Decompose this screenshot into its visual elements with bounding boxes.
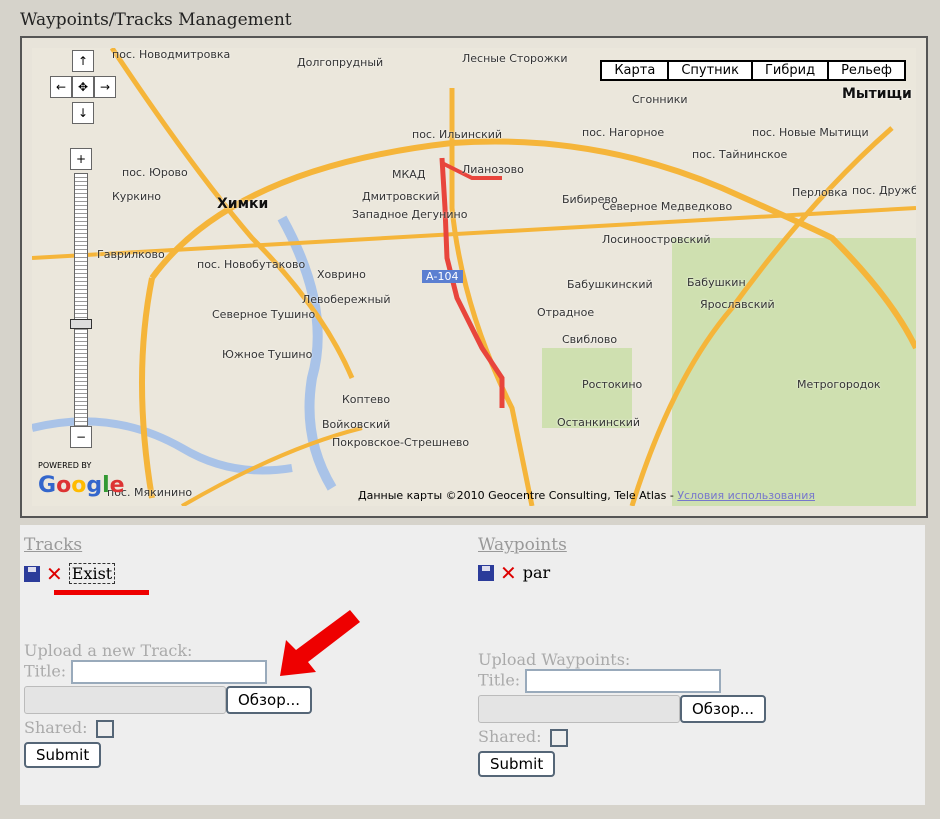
map-label: Войковский [322,418,391,431]
file-path-field[interactable] [24,686,226,714]
pan-down-button[interactable]: ↓ [72,102,94,124]
track-name[interactable]: Exist [68,563,116,584]
upload-waypoints-heading: Upload Waypoints: [478,650,631,669]
map-label: Ховрино [317,268,366,281]
track-title-input[interactable] [71,660,268,684]
map-copyright: Данные карты ©2010 Geocentre Consulting,… [358,489,815,502]
tracks-heading[interactable]: Tracks [24,535,312,555]
shared-label: Shared: [24,718,88,737]
map-label: Западное Дегунино [352,208,468,221]
file-path-field[interactable] [478,695,680,723]
save-icon[interactable] [478,564,494,581]
submit-waypoints-button[interactable]: Submit [478,750,556,777]
map[interactable]: пос. Новодмитровка Долгопрудный Лесные Сто… [32,48,916,506]
map-label: пос. Тайнинское [692,148,788,161]
map-label: Дмитровский [362,190,440,203]
page-title: Waypoints/Tracks Management [20,10,292,30]
shared-label: Shared: [478,727,542,746]
map-label: Свиблово [562,333,618,346]
map-label: Отрадное [537,306,595,319]
pan-right-button[interactable]: → [94,76,116,98]
map-label: Мытищи [842,86,912,102]
management-panel: Tracks ✕ Exist Upload a new Track: Title… [20,525,925,805]
map-type-control: Карта Спутник Гибрид Рельеф [600,60,906,81]
map-label: Коптево [342,393,391,406]
zoom-slider-thumb[interactable] [70,319,92,330]
map-label: Гаврилково [97,248,165,261]
map-label: Покровское-Стрешнево [332,436,470,449]
map-label: Ростокино [582,378,643,391]
zoom-slider[interactable] [74,173,88,441]
map-label: А-104 [422,270,463,283]
map-label: пос. Дружба [852,184,916,197]
map-label: Долгопрудный [297,56,384,69]
mkad-road [139,277,155,499]
map-label: пос. Новобутаково [197,258,306,271]
waypoint-item: ✕ par [478,563,766,583]
waypoint-title-input[interactable] [525,669,722,693]
waypoints-heading[interactable]: Waypoints [478,535,766,555]
map-label: Бабушкин [687,276,746,289]
map-label: Лесные Сторожки [462,52,568,65]
save-icon[interactable] [24,565,40,582]
upload-track-heading: Upload a new Track: [24,641,193,660]
map-label: Куркино [112,190,162,203]
map-label: Метрогородок [797,378,881,391]
map-label: Сгонники [632,93,688,106]
map-label: Химки [217,196,269,212]
map-label: Лосиноостровский [602,233,711,246]
delete-icon[interactable]: ✕ [46,564,63,584]
browse-button[interactable]: Обзор... [680,695,767,723]
map-label: Северное Медведково [602,200,733,213]
browse-button[interactable]: Обзор... [226,686,313,714]
map-label: пос. Ильинский [412,128,503,141]
map-label: пос. Новые Мытищи [752,126,869,139]
zoom-in-button[interactable]: + [70,148,92,170]
powered-by: POWERED BY [38,461,92,470]
waypoints-section: Waypoints ✕ par Upload Waypoints: Title:… [478,535,767,777]
map-label: Северное Тушино [212,308,316,321]
map-label: пос. Новодмитровка [112,48,231,61]
map-type-terrain[interactable]: Рельеф [827,60,906,81]
map-label: Останкинский [557,416,641,429]
map-label: МКАД [392,168,426,181]
waypoint-file-input[interactable]: Обзор... [478,695,767,723]
delete-icon[interactable]: ✕ [500,563,517,583]
zoom-out-button[interactable]: − [70,426,92,448]
pan-left-button[interactable]: ← [50,76,72,98]
tracks-section: Tracks ✕ Exist Upload a new Track: Title… [24,535,313,768]
terms-link[interactable]: Условия использования [677,489,815,502]
map-type-map[interactable]: Карта [600,60,670,81]
title-label: Title: [478,670,521,690]
title-label: Title: [24,661,67,681]
map-label: Левобережный [302,293,391,306]
shared-checkbox[interactable] [549,728,568,747]
map-label: пос. Нагорное [582,126,665,139]
map-label: Южное Тушино [222,348,313,361]
map-label: Бабушкинский [567,278,653,291]
track-item: ✕ Exist [24,563,312,584]
annotation-arrow-icon [280,610,360,676]
shared-checkbox[interactable] [95,719,114,738]
map-type-satellite[interactable]: Спутник [667,60,753,81]
google-logo[interactable]: Google [38,473,125,498]
annotation-underline [54,590,149,595]
track-file-input[interactable]: Обзор... [24,686,313,714]
pan-up-button[interactable]: ↑ [72,50,94,72]
map-roads [32,48,916,506]
map-label: Перловка [792,186,848,199]
map-label: Ярославский [700,298,775,311]
map-type-hybrid[interactable]: Гибрид [750,60,830,81]
map-label: пос. Юрово [122,166,188,179]
waypoint-name[interactable]: par [523,563,550,582]
submit-track-button[interactable]: Submit [24,741,102,768]
pan-center-button[interactable]: ✥ [72,76,94,98]
copyright-text: Данные карты ©2010 Geocentre Consulting,… [358,489,674,502]
map-label: Лианозово [462,163,524,176]
map-frame: пос. Новодмитровка Долгопрудный Лесные Сто… [20,36,928,518]
